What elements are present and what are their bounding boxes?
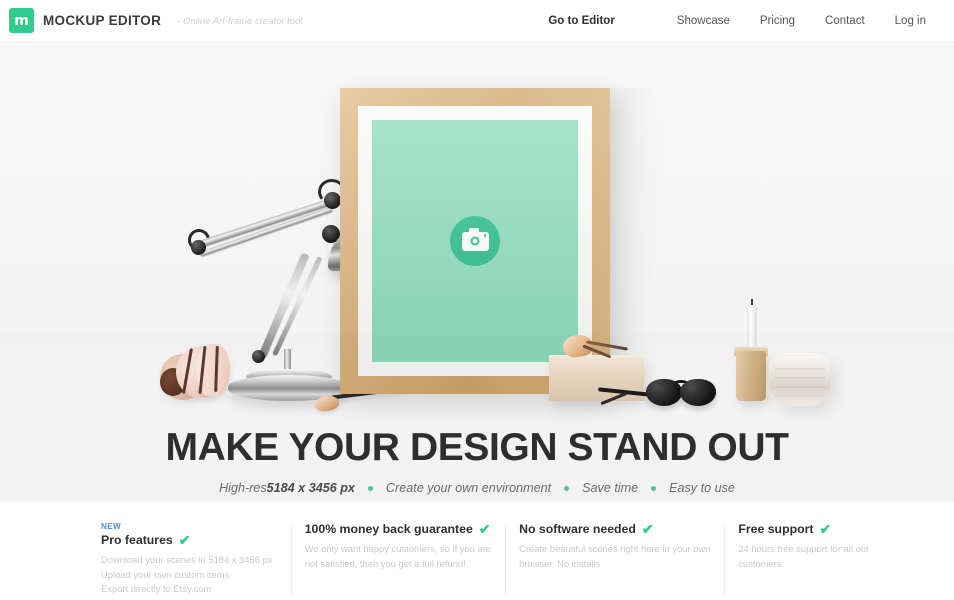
scene-floor	[0, 335, 954, 381]
bullet-separator-icon	[651, 485, 657, 491]
feature-line: not satisfied, then you get a full refun…	[304, 557, 466, 569]
landing-page: m MOCKUP EDITOR - Online Art-frame creat…	[0, 0, 954, 600]
page-title: MAKE YOUR DESIGN STAND OUT	[165, 426, 789, 469]
feature-title-label: Free support	[738, 522, 814, 536]
bullet-separator-icon	[564, 485, 570, 491]
feature-line: We only want happy customers, so if you …	[304, 543, 492, 554]
check-icon: ✔	[819, 521, 832, 537]
hero-scene-image	[0, 41, 954, 413]
feature-title: Pro features ✔	[101, 533, 277, 547]
feature-line: Download your scenes in 5184 x 3456 px	[101, 554, 273, 565]
feature-column-no-software: No software needed ✔ Create beautiful sc…	[505, 522, 724, 600]
feature-title-label: Pro features	[101, 533, 173, 547]
brand[interactable]: m MOCKUP EDITOR - Online Art-frame creat…	[9, 8, 302, 33]
feature-title: Free support ✔	[738, 522, 914, 536]
brand-name: MOCKUP EDITOR	[43, 13, 162, 28]
new-badge: NEW	[101, 522, 122, 531]
hero-feature-2: Save time	[582, 481, 639, 496]
camera-badge	[450, 216, 500, 266]
feature-line: customers	[738, 557, 782, 569]
nav-pricing[interactable]: Pricing	[760, 15, 795, 27]
nav-showcase[interactable]: Showcase	[677, 15, 730, 27]
sunglasses	[597, 377, 716, 407]
sunglasses-lens-left	[646, 379, 682, 406]
feature-line: 24 hours free support for all our	[738, 543, 870, 554]
hero-subtitle-prefix: High-res	[219, 481, 267, 496]
feature-title-label: No software needed	[519, 522, 636, 536]
sunglasses-lens-right	[680, 379, 716, 406]
features-section: NEW Pro features ✔ Download your scenes …	[0, 502, 954, 600]
feature-description: Download your scenes in 5184 x 3456 px U…	[101, 553, 277, 600]
lamp-joint-2	[324, 192, 341, 209]
feature-description: 24 hours free support for all our custom…	[738, 542, 914, 571]
site-header: m MOCKUP EDITOR - Online Art-frame creat…	[0, 0, 954, 41]
lamp-arm-upper-2	[199, 206, 334, 257]
sunglasses-temple-2	[600, 391, 628, 406]
feature-title-label: 100% money back guarantee	[304, 522, 473, 536]
feature-line: browser. No installs	[519, 557, 601, 569]
hero-feature-1: Create your own environment	[385, 481, 552, 496]
hero-feature-3: Easy to use	[669, 481, 735, 496]
check-icon: ✔	[178, 532, 191, 548]
nav-login[interactable]: Log in	[895, 15, 926, 27]
feature-column-free-support: Free support ✔ 24 hours free support for…	[724, 522, 928, 600]
nav-contact[interactable]: Contact	[825, 15, 865, 27]
hero-section: MAKE YOUR DESIGN STAND OUT High-res 5184…	[0, 41, 954, 502]
camera-icon	[461, 227, 489, 251]
feature-column-pro-features: NEW Pro features ✔ Download your scenes …	[26, 522, 291, 600]
feature-description: Create beautiful scenes right here in yo…	[519, 542, 710, 571]
feature-column-money-back: 100% money back guarantee ✔ We only want…	[290, 522, 505, 600]
feature-description: We only want happy customers, so if you …	[305, 542, 491, 571]
hero-resolution: 5184 x 3456 px	[266, 481, 355, 496]
check-icon: ✔	[478, 521, 491, 537]
nav-go-to-editor[interactable]: Go to Editor	[548, 15, 614, 27]
check-icon: ✔	[641, 521, 654, 537]
feature-line: Create beautiful scenes right here in yo…	[519, 543, 711, 554]
lamp-arm-upper	[194, 195, 340, 249]
main-nav: Go to Editor Showcase Pricing Contact Lo…	[548, 15, 926, 27]
camera-lens-icon	[470, 236, 480, 246]
bullet-separator-icon	[367, 485, 373, 491]
lamp-joint-1	[191, 240, 206, 255]
brand-tagline: - Online Art-frame creator tool	[177, 16, 303, 27]
feature-line: Export directly to Etsy.com	[101, 583, 212, 595]
camera-flash-icon	[483, 234, 486, 237]
feature-line: Upload your own custom items	[101, 568, 230, 580]
logo-icon: m	[9, 8, 34, 33]
feature-title: 100% money back guarantee ✔	[305, 522, 491, 536]
frame-artwork	[372, 120, 578, 362]
hero-subtitle: High-res 5184 x 3456 px Create your own …	[0, 481, 954, 495]
feature-title: No software needed ✔	[519, 522, 710, 536]
hero-text: MAKE YOUR DESIGN STAND OUT High-res 5184…	[0, 426, 954, 502]
